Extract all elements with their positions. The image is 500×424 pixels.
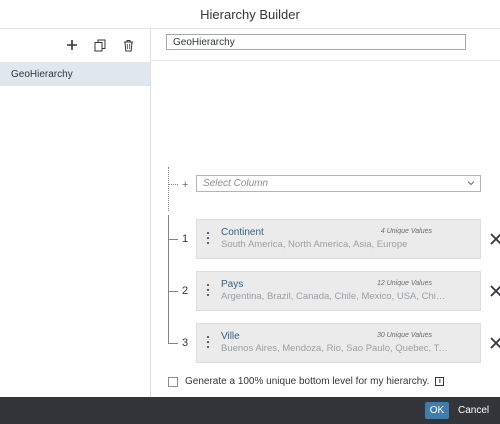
close-icon[interactable] [489,232,500,246]
dialog-title-text: Hierarchy Builder [200,6,300,22]
level-unique-count: 30 Unique Values [376,332,432,339]
hierarchy-editor: + Select Column 1 Continent 4 Unique Val… [151,29,500,397]
ok-button[interactable]: OK [425,402,449,419]
tree-connector-branch-1 [168,239,178,240]
level-unique-count: 12 Unique Values [376,280,432,287]
hierarchy-item-geohierarchy[interactable]: GeoHierarchy [0,62,150,86]
hierarchy-name-input[interactable] [166,34,466,50]
tree-connector-dotted-h [168,184,178,185]
level-name: Continent [221,227,264,238]
level-name: Ville [221,331,240,342]
header-divider [151,60,500,61]
dialog-footer: OK Cancel [0,397,500,424]
copy-hierarchy-button[interactable] [92,37,108,53]
close-icon[interactable] [489,284,500,298]
select-column-placeholder: Select Column [203,178,269,189]
tree-connector [168,215,169,343]
copy-icon [94,39,106,51]
trash-icon [123,39,133,51]
drag-handle-icon[interactable] [207,232,209,246]
delete-hierarchy-button[interactable] [120,37,136,53]
level-values: Argentina, Brazil, Canada, Chile, Mexico… [221,291,449,302]
level-number: 1 [182,233,189,245]
cancel-button[interactable]: Cancel [458,402,489,419]
unique-level-option: Generate a 100% unique bottom level for … [168,376,445,387]
tree-connector-dotted [168,167,169,211]
dialog-title: Hierarchy Builder [0,0,500,29]
level-name: Pays [221,279,244,290]
add-level-symbol: + [182,179,189,191]
unique-level-label: Generate a 100% unique bottom level for … [185,376,430,387]
info-icon[interactable]: i [435,377,445,386]
drag-handle-icon[interactable] [207,336,209,350]
level-unique-count: 4 Unique Values [380,228,432,235]
close-icon[interactable] [489,336,500,350]
hierarchy-toolbar [0,29,150,61]
level-values: South America, North America, Asia, Euro… [221,239,408,250]
chevron-down-icon [467,181,475,186]
tree-connector-branch-3 [168,343,178,344]
level-values: Buenos Aires, Mendoza, Rio, Sao Paulo, Q… [221,343,449,354]
select-column-dropdown[interactable]: Select Column [196,175,481,192]
hierarchy-item-label: GeoHierarchy [11,68,73,80]
level-number: 3 [182,337,189,349]
unique-level-checkbox[interactable] [168,376,178,387]
level-card-continent[interactable]: Continent 4 Unique Values South America,… [196,219,500,259]
add-hierarchy-button[interactable] [64,37,80,53]
drag-handle-icon[interactable] [207,284,209,298]
level-card-pays[interactable]: Pays 12 Unique Values Argentina, Brazil,… [196,271,500,311]
hierarchy-list-pane: GeoHierarchy [0,29,151,397]
plus-icon [67,40,77,50]
tree-connector-branch-2 [168,291,178,292]
level-number: 2 [182,285,189,297]
level-card-ville[interactable]: Ville 30 Unique Values Buenos Aires, Men… [196,323,500,363]
